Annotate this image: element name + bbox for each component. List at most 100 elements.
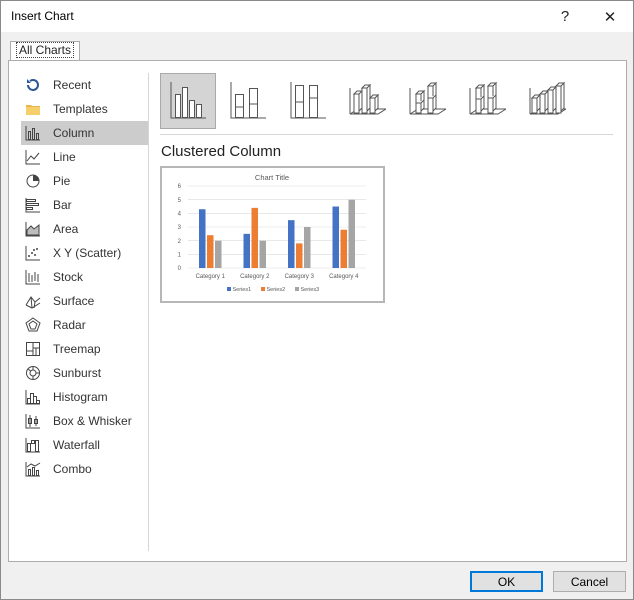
sidebar-item-waterfall[interactable]: Waterfall [21,433,149,457]
3d-stacked-column-icon [408,80,448,123]
bar-series2-1 [207,235,214,268]
chart-subtype-gallery [160,73,580,131]
close-button[interactable]: ✕ [587,1,633,32]
3d-column-icon [528,80,568,123]
chart-title: Chart Title [255,173,289,182]
dialog-title: Insert Chart [11,9,74,23]
x-category-label: Category 2 [240,274,270,280]
bar-series3-1 [215,240,222,268]
title-bar: Insert Chart ? ✕ [1,1,633,32]
clustered-column-icon [168,80,208,123]
sidebar-item-column[interactable]: Column [21,121,149,145]
sidebar-item-area[interactable]: Area [21,217,149,241]
sidebar-item-line[interactable]: Line [21,145,149,169]
help-icon: ? [560,8,570,25]
panel-divider [148,73,149,551]
100-stacked-column-icon [288,80,328,123]
3d-100-stacked-column-button[interactable] [460,73,516,129]
legend-swatch-series2 [261,287,265,291]
gallery-divider [160,134,613,135]
radar-chart-icon [25,317,41,333]
y-tick-label: 1 [178,253,182,259]
scatter-chart-icon [25,245,41,261]
box-whisker-chart-icon [25,413,41,429]
sidebar-item-label: Pie [53,174,71,188]
y-tick-label: 5 [178,198,182,204]
legend-label-series3: Series3 [301,287,320,293]
pie-chart-icon [25,173,41,189]
chart-type-list: Recent Templates Column Line Pie Bar Area X Y (… [21,73,149,481]
selected-chart-type-title: Clustered Column [161,143,282,160]
treemap-chart-icon [25,341,41,357]
bar-series2-3 [296,243,303,268]
sidebar-item-label: Templates [53,102,108,116]
sidebar-item-surface[interactable]: Surface [21,289,149,313]
all-charts-panel: Recent Templates Column Line Pie Bar Area X Y (… [8,60,627,562]
y-tick-label: 2 [178,239,182,245]
sidebar-item-combo[interactable]: Combo [21,457,149,481]
sidebar-item-sunburst[interactable]: Sunburst [21,361,149,385]
recent-icon [25,77,41,93]
bar-series1-1 [199,209,206,268]
tab-all-charts[interactable]: All Charts [10,41,81,60]
3d-column-button[interactable] [520,73,576,129]
bar-series3-4 [348,199,355,268]
sunburst-chart-icon [25,365,41,381]
sidebar-item-label: Line [53,150,76,164]
sidebar-item-x-y-scatter[interactable]: X Y (Scatter) [21,241,149,265]
sidebar-item-histogram[interactable]: Histogram [21,385,149,409]
y-tick-label: 3 [178,225,182,231]
sidebar-item-label: Box & Whisker [53,414,132,428]
cancel-button[interactable]: Cancel [553,571,626,592]
x-category-label: Category 4 [329,274,359,280]
legend-swatch-series3 [295,287,299,291]
3d-100-stacked-column-icon [468,80,508,123]
x-category-label: Category 1 [196,274,226,280]
sidebar-item-label: Combo [53,462,92,476]
stacked-column-button[interactable] [220,73,276,129]
sidebar-item-pie[interactable]: Pie [21,169,149,193]
surface-chart-icon [25,293,41,309]
x-category-label: Category 3 [285,274,315,280]
sidebar-item-label: Waterfall [53,438,100,452]
bar-chart-icon [25,197,41,213]
sidebar-item-label: Stock [53,270,84,284]
chart-preview[interactable]: Chart Title 0 1 2 3 4 5 6 Category 1 Category 2 Ca… [160,166,385,303]
stock-chart-icon [25,269,41,285]
stacked-column-icon [228,80,268,123]
sidebar-item-radar[interactable]: Radar [21,313,149,337]
clustered-column-button[interactable] [160,73,216,129]
column-chart-icon [25,125,41,141]
area-chart-icon [25,221,41,237]
insert-chart-dialog: Insert Chart ? ✕ All Charts Recent Templa… [0,0,634,600]
ok-button[interactable]: OK [470,571,543,592]
sidebar-item-bar[interactable]: Bar [21,193,149,217]
legend-swatch-series1 [227,287,231,291]
sidebar-item-label: Surface [53,294,95,308]
bar-series3-3 [304,227,311,268]
sidebar-item-label: Sunburst [53,366,102,380]
3d-clustered-column-button[interactable] [340,73,396,129]
legend-label-series2: Series2 [267,287,286,293]
y-tick-label: 4 [178,212,182,218]
sidebar-item-label: Recent [53,78,92,92]
sidebar-item-label: Bar [53,198,72,212]
templates-folder-icon [25,101,41,117]
sidebar-item-label: Area [53,222,79,236]
bar-series1-2 [243,233,250,268]
100-stacked-column-button[interactable] [280,73,336,129]
sidebar-item-templates[interactable]: Templates [21,97,149,121]
sidebar-item-stock[interactable]: Stock [21,265,149,289]
waterfall-chart-icon [25,437,41,453]
sidebar-item-box-whisker[interactable]: Box & Whisker [21,409,149,433]
y-tick-label: 0 [178,266,182,272]
bar-series2-2 [251,207,258,268]
sidebar-item-label: Histogram [53,390,108,404]
sidebar-item-treemap[interactable]: Treemap [21,337,149,361]
sidebar-item-label: Treemap [53,342,101,356]
help-button[interactable]: ? [542,1,588,32]
sidebar-item-recent[interactable]: Recent [21,73,149,97]
line-chart-icon [25,149,41,165]
chart-preview-svg: Chart Title 0 1 2 3 4 5 6 Category 1 Category 2 Ca… [178,173,366,293]
3d-stacked-column-button[interactable] [400,73,456,129]
